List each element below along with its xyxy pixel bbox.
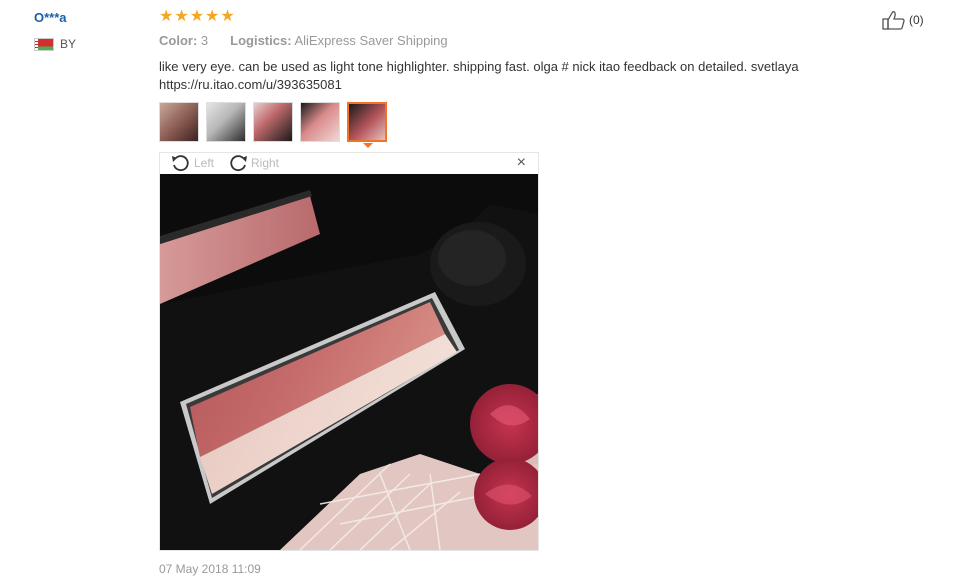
review-text: like very eye. can be used as light tone…	[159, 58, 879, 94]
rotate-right-button[interactable]: Right	[227, 154, 279, 172]
star-icon: ★	[159, 8, 174, 25]
review-text-line2: https://ru.itao.com/u/393635081	[159, 77, 342, 92]
photo-viewer: Left Right ×	[159, 152, 539, 551]
photo-thumbnail[interactable]	[159, 102, 199, 142]
review-meta: Color: 3 Logistics: AliExpress Saver Shi…	[159, 33, 448, 48]
thumbs-up-icon	[882, 11, 905, 30]
rating-stars: ★ ★ ★ ★ ★	[159, 9, 235, 25]
reviewer-name[interactable]: O***a	[34, 10, 67, 25]
review-text-line1: like very eye. can be used as light tone…	[159, 59, 799, 74]
review-date: 07 May 2018 11:09	[159, 562, 261, 576]
logistics-label: Logistics:	[230, 33, 292, 48]
photo-thumbnail-active[interactable]	[347, 102, 387, 148]
country-code: BY	[60, 37, 77, 51]
rotate-right-icon	[230, 155, 247, 172]
rotate-left-icon	[172, 155, 189, 172]
photo-thumbnail[interactable]	[206, 102, 246, 142]
close-icon[interactable]: ×	[517, 155, 526, 171]
review-photo[interactable]	[160, 174, 538, 550]
flag-icon	[34, 37, 54, 51]
logistics-info: Logistics: AliExpress Saver Shipping	[230, 33, 448, 48]
color-info: Color: 3	[159, 33, 208, 48]
star-icon: ★	[189, 8, 205, 25]
color-value: 3	[200, 33, 209, 48]
photo-thumbnail[interactable]	[300, 102, 340, 142]
viewer-toolbar: Left Right ×	[160, 153, 538, 174]
rotate-left-label: Left	[194, 156, 215, 170]
rotate-right-label: Right	[251, 156, 280, 170]
photo-thumbnails	[159, 102, 387, 148]
photo-thumbnail[interactable]	[253, 102, 293, 142]
star-icon: ★	[205, 8, 220, 25]
helpful-count: (0)	[909, 13, 924, 27]
star-icon: ★	[220, 8, 235, 25]
logistics-value: AliExpress Saver Shipping	[294, 33, 448, 48]
color-label: Color:	[159, 33, 198, 48]
rotate-left-button[interactable]: Left	[170, 154, 214, 172]
star-icon: ★	[174, 8, 189, 25]
reviewer-country: BY	[34, 37, 76, 51]
helpful-button[interactable]: (0)	[882, 10, 924, 30]
